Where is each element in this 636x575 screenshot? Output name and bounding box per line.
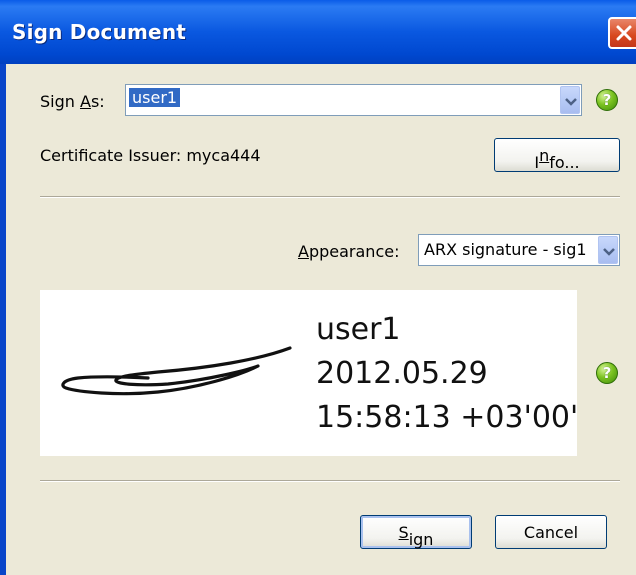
info-button-accesskey: n	[539, 146, 550, 165]
sign-as-label: Sign As:	[40, 92, 105, 111]
sign-as-select[interactable]: user1	[125, 84, 582, 116]
info-button[interactable]: Info...	[494, 138, 620, 172]
sign-as-dropdown-button[interactable]	[560, 86, 580, 114]
info-button-prefix: I	[534, 153, 540, 172]
appearance-label-rest: ppearance:	[308, 242, 400, 261]
appearance-label: Appearance:	[298, 242, 399, 261]
chevron-down-icon	[565, 98, 577, 106]
dialog-body: Sign As: user1 ? Certificate Issuer: myc…	[6, 64, 636, 575]
sign-button-rest: ign	[408, 530, 434, 549]
sign-button[interactable]: Sign	[360, 515, 472, 549]
certificate-issuer-text: Certificate Issuer: myca444	[40, 146, 261, 165]
preview-time: 15:58:13 +03'00'	[316, 400, 579, 435]
appearance-value: ARX signature - sig1	[424, 240, 587, 259]
cancel-button-label: Cancel	[523, 523, 579, 542]
appearance-help-icon[interactable]: ?	[596, 362, 618, 384]
cancel-button[interactable]: Cancel	[495, 515, 607, 549]
close-button[interactable]	[608, 17, 636, 49]
window-title: Sign Document	[12, 20, 187, 44]
chevron-down-icon	[603, 248, 615, 256]
signature-preview: user1 2012.05.29 15:58:13 +03'00'	[40, 290, 579, 456]
appearance-label-accesskey: A	[298, 242, 309, 261]
title-bar: Sign Document	[0, 0, 636, 64]
sign-button-accesskey: S	[398, 523, 409, 542]
separator-top	[40, 196, 620, 198]
handwritten-signature	[61, 346, 292, 396]
separator-bottom	[40, 480, 620, 482]
sign-as-value: user1	[129, 88, 181, 107]
sign-as-label-text: Sign As:	[40, 92, 105, 111]
appearance-dropdown-button[interactable]	[598, 236, 618, 264]
preview-name: user1	[316, 312, 401, 347]
sign-as-help-icon[interactable]: ?	[596, 89, 618, 111]
appearance-select[interactable]: ARX signature - sig1	[418, 234, 620, 266]
info-button-suffix: fo...	[549, 153, 580, 172]
close-icon	[616, 25, 632, 41]
preview-date: 2012.05.29	[316, 356, 488, 391]
